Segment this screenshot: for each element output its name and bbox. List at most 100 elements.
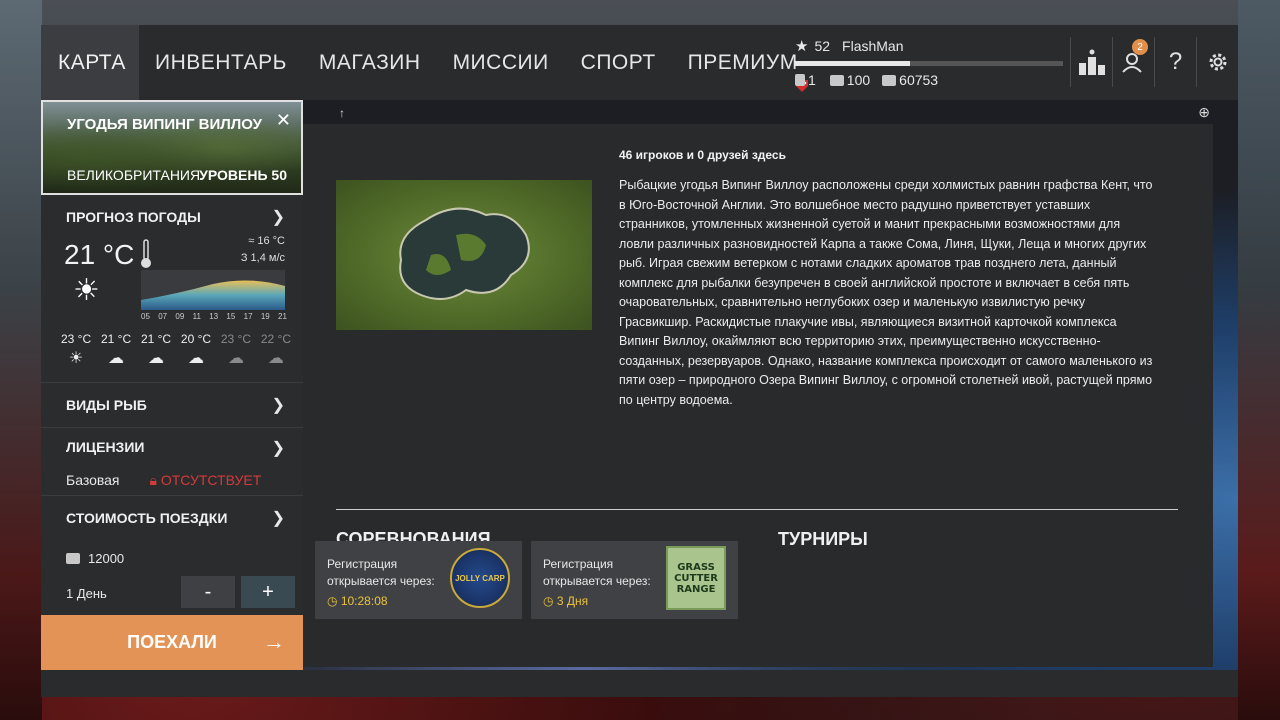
license-status-text: ОТСУТСТВУЕТ xyxy=(160,471,262,488)
forecast-list: 23 °C ☀ 21 °C ☁ 21 °C ☁ 20 °C ☁ 23 °C ☁ … xyxy=(61,332,291,368)
player-name: FlashMan xyxy=(842,38,904,54)
forecast-day[interactable]: 22 °C ☁ xyxy=(261,332,291,368)
hour-tick: 07 xyxy=(158,312,168,321)
license-row: Базовая 🔒︎ ОТСУТСТВУЕТ xyxy=(41,466,303,494)
location-card: УГОДЬЯ ВИПИНГ ВИЛЛОУ ✕ ВЕЛИКОБРИТАНИЯ УР… xyxy=(41,100,303,195)
bottom-bar xyxy=(41,670,1238,697)
arrow-right-icon: → xyxy=(263,629,285,654)
competition-card[interactable]: Регистрация открывается через: ◷ 10:28:0… xyxy=(315,541,522,619)
competition-card[interactable]: Регистрация открывается через: ◷ 3 Дня G… xyxy=(531,541,738,619)
logo-line: GRASS xyxy=(677,561,715,573)
main-area: ↑ ⊕ 46 игроков и 0 друзей здесь Рыбацкие… xyxy=(303,100,1238,670)
lock-icon: 🔒︎ xyxy=(149,471,157,488)
current-temp: 21 °C xyxy=(64,239,135,270)
forecast-day[interactable]: 23 °C ☀ xyxy=(61,332,91,368)
logo-line: CUTTER xyxy=(674,572,718,584)
tab-map[interactable]: КАРТА xyxy=(41,25,139,100)
trip-days-value: 1 День xyxy=(66,585,107,601)
license-type: Базовая xyxy=(66,472,120,488)
background-left xyxy=(0,0,42,720)
hour-tick: 09 xyxy=(175,312,185,321)
cloud-icon: ☁ xyxy=(227,350,244,367)
clock-icon: ◷ xyxy=(543,594,554,608)
trip-title: СТОИМОСТЬ ПОЕЗДКИ xyxy=(66,510,228,526)
tab-shop[interactable]: МАГАЗИН xyxy=(303,25,437,100)
top-nav: КАРТА ИНВЕНТАРЬ МАГАЗИН МИССИИ СПОРТ ПРЕ… xyxy=(41,25,1238,100)
card-text: Регистрация открывается через: xyxy=(327,557,435,588)
xp-bar-fill xyxy=(795,61,911,66)
credits-value: 60753 xyxy=(899,72,939,88)
location-level: УРОВЕНЬ 50 xyxy=(199,167,287,183)
forecast-day[interactable]: 21 °C ☁ xyxy=(141,332,171,368)
hour-tick: 21 xyxy=(278,312,287,321)
forecast-day[interactable]: 20 °C ☁ xyxy=(181,332,211,368)
trip-price: 12000 xyxy=(41,540,303,576)
trip-price-value: 12000 xyxy=(88,550,125,566)
forecast-temp: 22 °C xyxy=(260,332,291,346)
player-profile[interactable]: ★ 52 FlashMan 1 100 60753 xyxy=(795,37,1070,97)
forecast-day[interactable]: 21 °C ☁ xyxy=(101,332,131,368)
cloud-icon: ☁ xyxy=(148,350,165,367)
jolly-carp-logo: JOLLY CARP xyxy=(450,548,510,608)
card-timer-value: 10:28:08 xyxy=(340,594,388,608)
silver-currency: 100 xyxy=(829,72,870,88)
money-icon xyxy=(882,74,897,86)
leaderboard-icon[interactable] xyxy=(1070,37,1112,87)
license-status: 🔒︎ ОТСУТСТВУЕТ xyxy=(150,472,262,489)
go-button-label: ПОЕХАЛИ xyxy=(127,632,217,652)
players-count: 46 игроков и 0 друзей здесь xyxy=(619,148,786,162)
zoom-in-icon[interactable]: ⊕ xyxy=(1198,104,1210,121)
forecast-temp: 20 °C xyxy=(180,332,212,346)
location-aerial-image xyxy=(336,180,592,330)
fish-section[interactable]: ВИДЫ РЫБ ❯ xyxy=(41,383,303,428)
credits-currency: 60753 xyxy=(882,72,938,88)
tab-premium[interactable]: ПРЕМИУМ xyxy=(672,25,814,100)
forecast-temp: 23 °C xyxy=(61,332,92,346)
game-window: КАРТА ИНВЕНТАРЬ МАГАЗИН МИССИИ СПОРТ ПРЕ… xyxy=(41,25,1238,697)
minus-button[interactable]: - xyxy=(181,576,235,608)
tab-premium-label: ПРЕМИУМ xyxy=(687,50,798,74)
go-button[interactable]: ПОЕХАЛИ → xyxy=(41,615,303,670)
forecast-day[interactable]: 23 °C ☁ xyxy=(221,332,251,368)
forecast-temp: 21 °C xyxy=(140,332,172,346)
close-icon[interactable]: ✕ xyxy=(276,110,291,131)
card-timer: ◷ 3 Дня xyxy=(543,594,588,608)
tab-sport[interactable]: СПОРТ xyxy=(565,25,672,100)
tournaments-title: ТУРНИРЫ xyxy=(778,529,868,549)
plus-button[interactable]: + xyxy=(241,576,295,608)
hour-ticks: 05 07 09 11 13 15 17 19 21 xyxy=(141,312,287,321)
settings-gear-icon[interactable] xyxy=(1196,37,1238,87)
card-timer-value: 3 Дня xyxy=(556,594,589,608)
hour-tick: 05 xyxy=(141,312,150,321)
water-temp-value: 16 °C xyxy=(257,235,285,247)
hour-tick: 11 xyxy=(192,312,201,321)
background-right xyxy=(1238,0,1280,720)
sun-icon: ☀ xyxy=(68,350,84,367)
player-level: 52 xyxy=(814,38,831,54)
weather-section[interactable]: ПРОГНОЗ ПОГОДЫ ❯ 21 °C ☀ ≈ 16 °C З 1,4 м… xyxy=(41,195,303,383)
tab-missions[interactable]: МИССИИ xyxy=(437,25,565,100)
weather-title: ПРОГНОЗ ПОГОДЫ xyxy=(66,209,201,225)
location-description: Рыбацкие угодья Випинг Виллоу расположен… xyxy=(619,178,1153,407)
divider xyxy=(336,509,1178,510)
token-icon xyxy=(795,74,805,86)
grass-cutter-range-logo: GRASS CUTTER RANGE xyxy=(666,546,726,610)
location-country: ВЕЛИКОБРИТАНИЯ xyxy=(67,167,201,183)
friends-icon[interactable]: 2 xyxy=(1112,37,1154,87)
chevron-right-icon: ❯ xyxy=(271,440,285,457)
days-stepper: - + xyxy=(181,576,295,608)
chevron-right-icon[interactable]: ❯ xyxy=(272,508,285,528)
license-section[interactable]: ЛИЦЕНЗИИ ❯ Базовая 🔒︎ ОТСУТСТВУЕТ xyxy=(41,428,303,496)
clock-icon: ◷ xyxy=(327,594,338,608)
trip-days: 1 День - + xyxy=(41,576,303,610)
tokens-currency: 1 xyxy=(795,72,816,88)
forecast-temp: 23 °C xyxy=(220,332,252,346)
cloud-icon: ☁ xyxy=(187,350,204,367)
location-title: УГОДЬЯ ВИПИНГ ВИЛЛОУ xyxy=(67,116,262,133)
help-icon[interactable]: ? xyxy=(1154,37,1196,87)
temperature-graph xyxy=(141,270,285,310)
tab-inventory[interactable]: ИНВЕНТАРЬ xyxy=(139,25,303,100)
xp-bar xyxy=(795,61,1063,66)
water-temp: ≈ 16 °C xyxy=(248,235,285,247)
chevron-right-icon: ❯ xyxy=(271,397,285,414)
